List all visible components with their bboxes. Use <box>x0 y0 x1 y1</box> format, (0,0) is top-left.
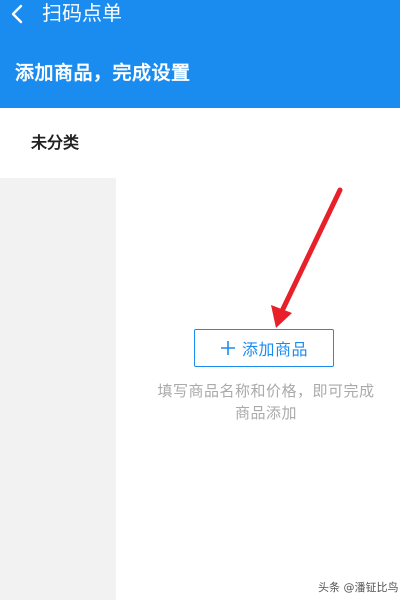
page-heading: 添加商品，完成设置 <box>15 62 191 84</box>
plus-icon <box>220 341 235 355</box>
category-tab-uncategorized[interactable]: 未分类 <box>31 128 79 158</box>
watermark: 头条 @潘钲比鸟 <box>318 581 399 594</box>
add-product-button[interactable]: 添加商品 <box>194 329 334 367</box>
category-sidebar <box>0 178 116 600</box>
add-product-label: 添加商品 <box>241 340 308 359</box>
nav-title: 扫码点单 <box>42 1 122 25</box>
chevron-left-icon <box>11 4 23 24</box>
category-bar: 未分类 <box>0 108 400 178</box>
empty-state-hint: 填写商品名称和价格，即可完成商品添加 <box>157 382 375 422</box>
header-bar: 扫码点单 添加商品，完成设置 <box>0 0 400 108</box>
back-button[interactable] <box>6 0 28 28</box>
